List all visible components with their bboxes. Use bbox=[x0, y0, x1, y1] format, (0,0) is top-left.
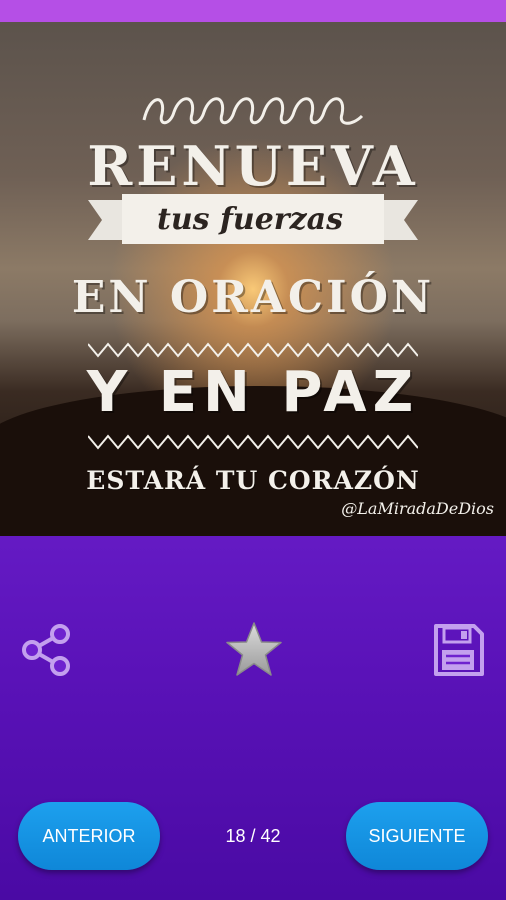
quote-line-estara-tu-corazon: ESTARÁ TU CORAZÓN bbox=[86, 466, 420, 495]
quote-line-tus-fuerzas: tus fuerzas bbox=[157, 202, 343, 237]
watermark: @LaMiradaDeDios bbox=[341, 499, 494, 518]
page-counter: 18 / 42 bbox=[225, 826, 281, 846]
quote-line-y-en-paz: Y EN PAZ bbox=[86, 360, 420, 425]
save-button[interactable] bbox=[428, 620, 488, 680]
floppy-disk-icon bbox=[434, 624, 484, 676]
next-button[interactable]: SIGUIENTE bbox=[346, 802, 488, 870]
zigzag-divider bbox=[88, 342, 418, 358]
star-icon bbox=[226, 622, 282, 676]
favorite-button[interactable] bbox=[224, 620, 284, 680]
status-bar bbox=[0, 0, 506, 22]
share-icon bbox=[22, 624, 70, 676]
quote-text-block: RENUEVA tus fuerzas EN ORACIÓN Y EN PAZ … bbox=[0, 22, 506, 536]
quote-image: RENUEVA tus fuerzas EN ORACIÓN Y EN PAZ … bbox=[0, 22, 506, 536]
quote-line-renueva: RENUEVA bbox=[87, 134, 419, 198]
loop-ornament bbox=[142, 97, 364, 125]
quote-line-en-oracion: EN ORACIÓN bbox=[71, 272, 435, 323]
previous-button[interactable]: ANTERIOR bbox=[18, 802, 160, 870]
zigzag-divider bbox=[88, 434, 418, 450]
share-button[interactable] bbox=[16, 620, 76, 680]
